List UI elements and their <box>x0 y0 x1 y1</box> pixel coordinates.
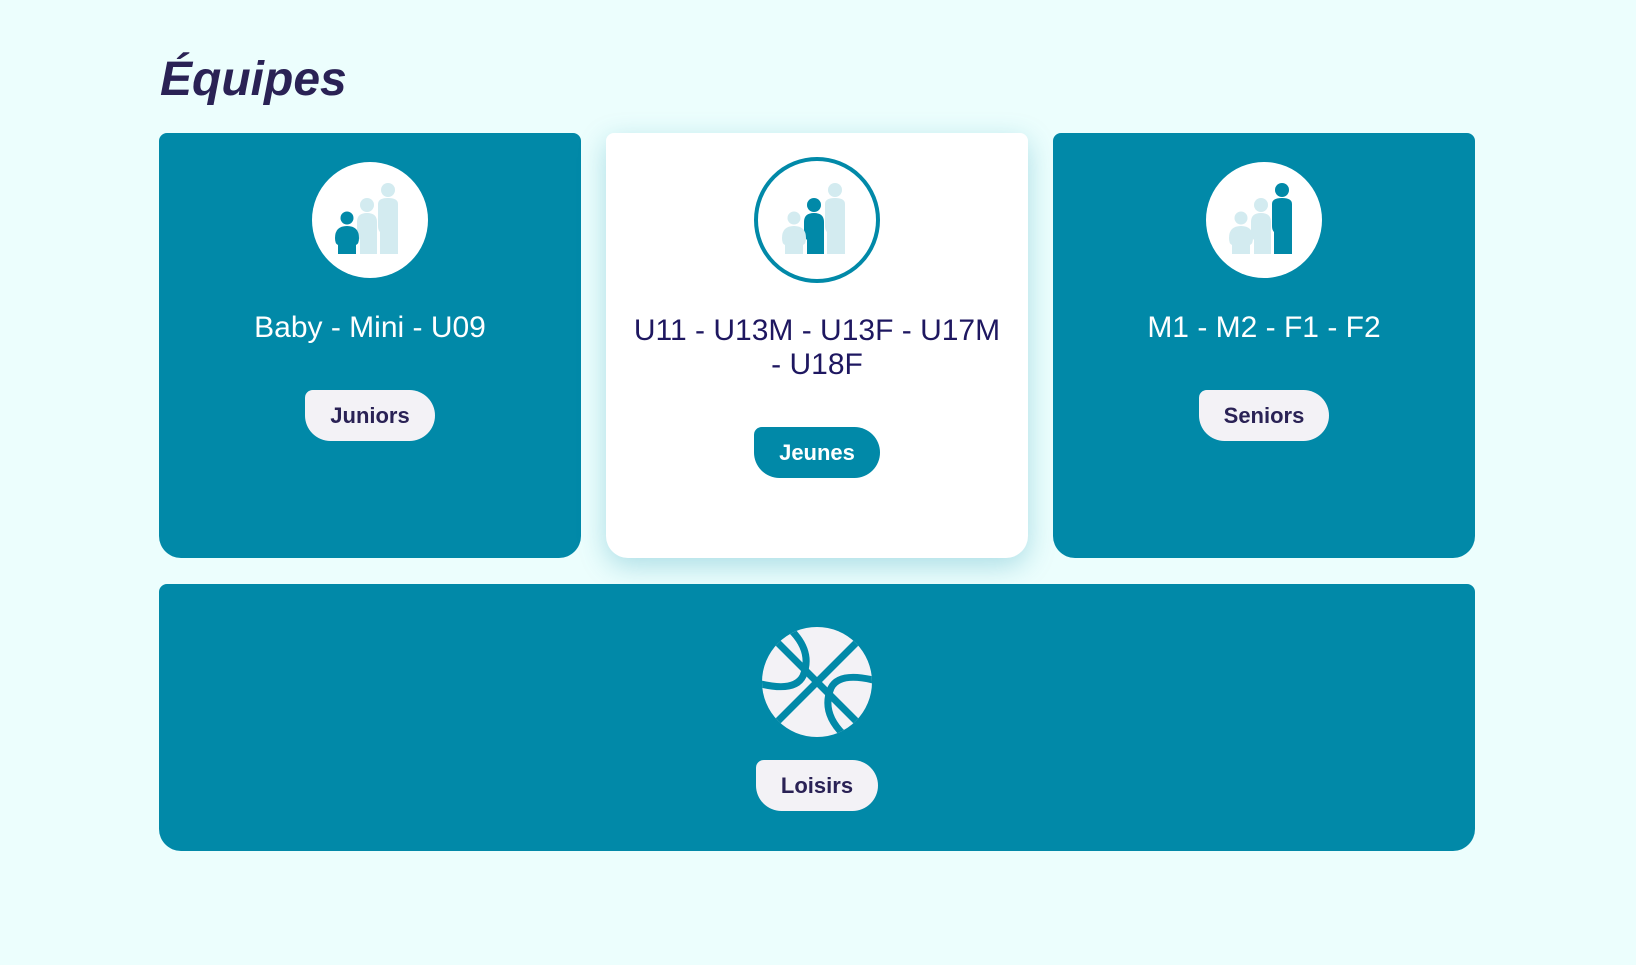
family-icon-circle <box>754 157 880 283</box>
family-small-highlight-icon <box>335 183 398 254</box>
team-card-loisirs[interactable]: Loisirs <box>159 584 1475 851</box>
basketball-icon <box>762 627 872 737</box>
page-title: Équipes <box>160 53 347 106</box>
family-icon-circle <box>312 162 428 278</box>
family-medium-highlight-icon <box>782 183 845 254</box>
team-card-juniors[interactable]: Baby - Mini - U09 Juniors <box>159 133 581 558</box>
team-card-seniors[interactable]: M1 - M2 - F1 - F2 Seniors <box>1053 133 1475 558</box>
loisirs-button[interactable]: Loisirs <box>755 760 879 811</box>
team-card-label: M1 - M2 - F1 - F2 <box>1147 311 1381 344</box>
family-tall-highlight-icon <box>1229 183 1292 254</box>
jeunes-button[interactable]: Jeunes <box>754 427 880 478</box>
team-card-jeunes[interactable]: U11 - U13M - U13F - U17M - U18F Jeunes <box>606 133 1028 558</box>
juniors-button[interactable]: Juniors <box>305 390 435 441</box>
page: Équipes Baby - Mini - U09 Juniors U11 - … <box>0 0 1636 965</box>
team-card-label: Baby - Mini - U09 <box>254 311 486 344</box>
team-card-label: U11 - U13M - U13F - U17M - U18F <box>633 314 1001 381</box>
family-icon-circle <box>1206 162 1322 278</box>
seniors-button[interactable]: Seniors <box>1198 390 1330 441</box>
